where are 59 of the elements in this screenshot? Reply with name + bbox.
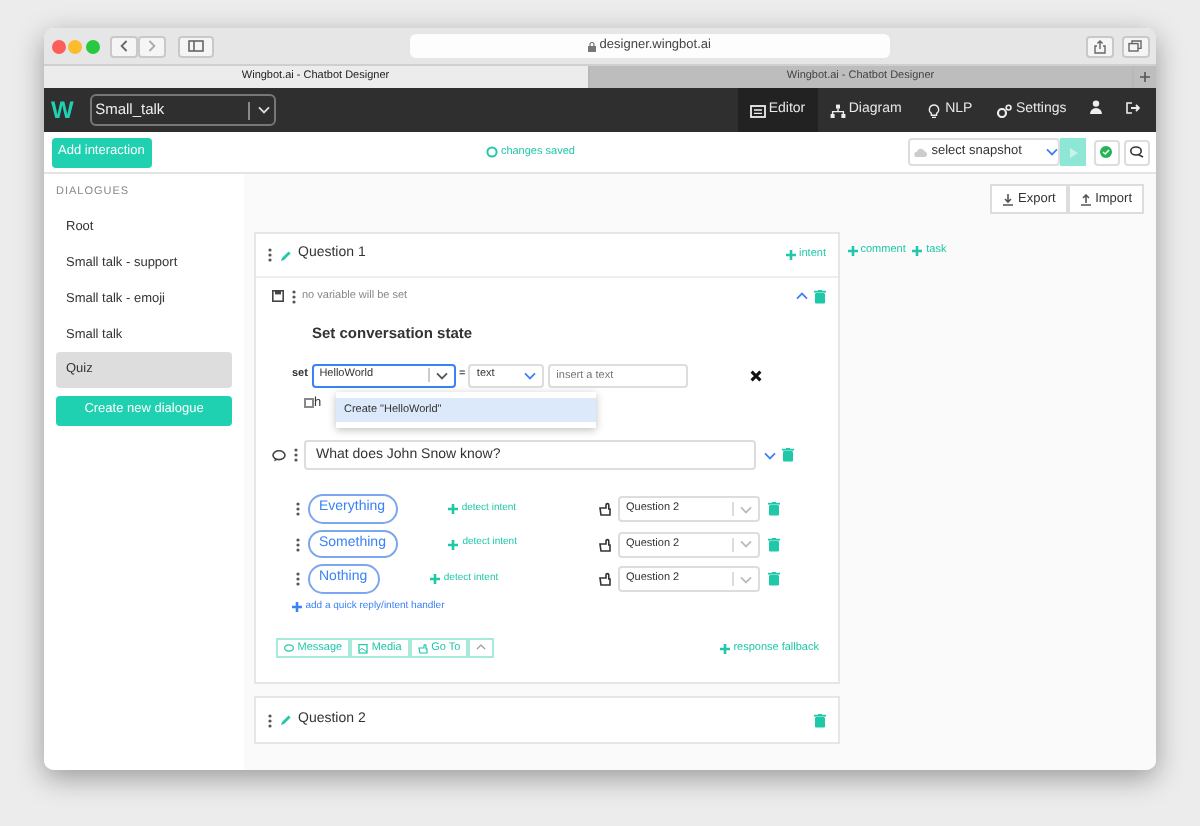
play-icon: [1069, 147, 1078, 157]
drag-handle-icon[interactable]: [296, 502, 300, 516]
share-button[interactable]: [1086, 35, 1114, 57]
drag-handle-icon[interactable]: [296, 537, 300, 551]
plus-icon: [912, 245, 923, 256]
drag-handle-icon[interactable]: [268, 248, 272, 262]
tabs-button[interactable]: [1121, 35, 1149, 57]
lightbulb-icon: [925, 103, 942, 117]
cloud-icon: [914, 147, 928, 157]
sidebar-button[interactable]: [177, 35, 213, 57]
pencil-icon[interactable]: [279, 714, 291, 727]
plus-icon: [448, 539, 459, 549]
trash-icon[interactable]: [767, 572, 779, 586]
chevron-up-icon: [476, 644, 487, 651]
check-circle-icon: [1100, 146, 1113, 158]
upload-icon: [1079, 193, 1092, 205]
logout-icon: [1126, 101, 1141, 114]
plus-icon: [430, 574, 441, 584]
plus-icon: [847, 245, 857, 256]
drag-handle-icon[interactable]: [268, 713, 272, 728]
trash-icon[interactable]: [767, 502, 779, 516]
status-circle-icon: [485, 146, 498, 158]
lock-icon: [588, 41, 597, 51]
drag-handle-icon[interactable]: [296, 572, 300, 586]
gears-icon: [996, 103, 1013, 117]
window-icon: [749, 103, 766, 117]
trash-icon[interactable]: [767, 537, 779, 551]
chevron-up-icon[interactable]: [795, 292, 807, 301]
plus-icon: [1140, 72, 1150, 82]
tabs-icon: [1128, 40, 1142, 52]
download-icon: [1002, 193, 1015, 205]
chevron-down-icon[interactable]: [435, 371, 448, 379]
trash-icon[interactable]: [814, 713, 826, 728]
plus-icon: [292, 602, 302, 612]
new-tab-button[interactable]: [1134, 66, 1156, 88]
plus-icon: [448, 504, 459, 514]
chevron-right-icon: [148, 40, 157, 52]
plus-icon: [785, 250, 796, 260]
drag-handle-icon[interactable]: [291, 289, 295, 304]
speech-bubble-icon: [272, 449, 286, 462]
sitemap-icon: [829, 103, 846, 117]
logo[interactable]: W: [51, 92, 74, 128]
back-button[interactable]: [110, 35, 139, 57]
share-icon: [1094, 39, 1106, 53]
chevron-left-icon: [120, 40, 129, 52]
check-button[interactable]: [1093, 139, 1120, 165]
forward-button[interactable]: [138, 35, 167, 57]
plus-icon: [719, 643, 730, 654]
sidebar-icon: [187, 40, 203, 52]
drag-handle-icon[interactable]: [293, 448, 297, 463]
user-icon: [1090, 100, 1103, 115]
save-icon: [272, 290, 284, 303]
pencil-icon[interactable]: [279, 249, 291, 261]
close-icon[interactable]: [750, 369, 763, 381]
checkbox[interactable]: [304, 397, 314, 408]
trash-icon[interactable]: [814, 289, 826, 304]
trash-icon[interactable]: [782, 448, 794, 463]
image-icon: [358, 643, 369, 654]
chat-button[interactable]: [1123, 139, 1149, 165]
